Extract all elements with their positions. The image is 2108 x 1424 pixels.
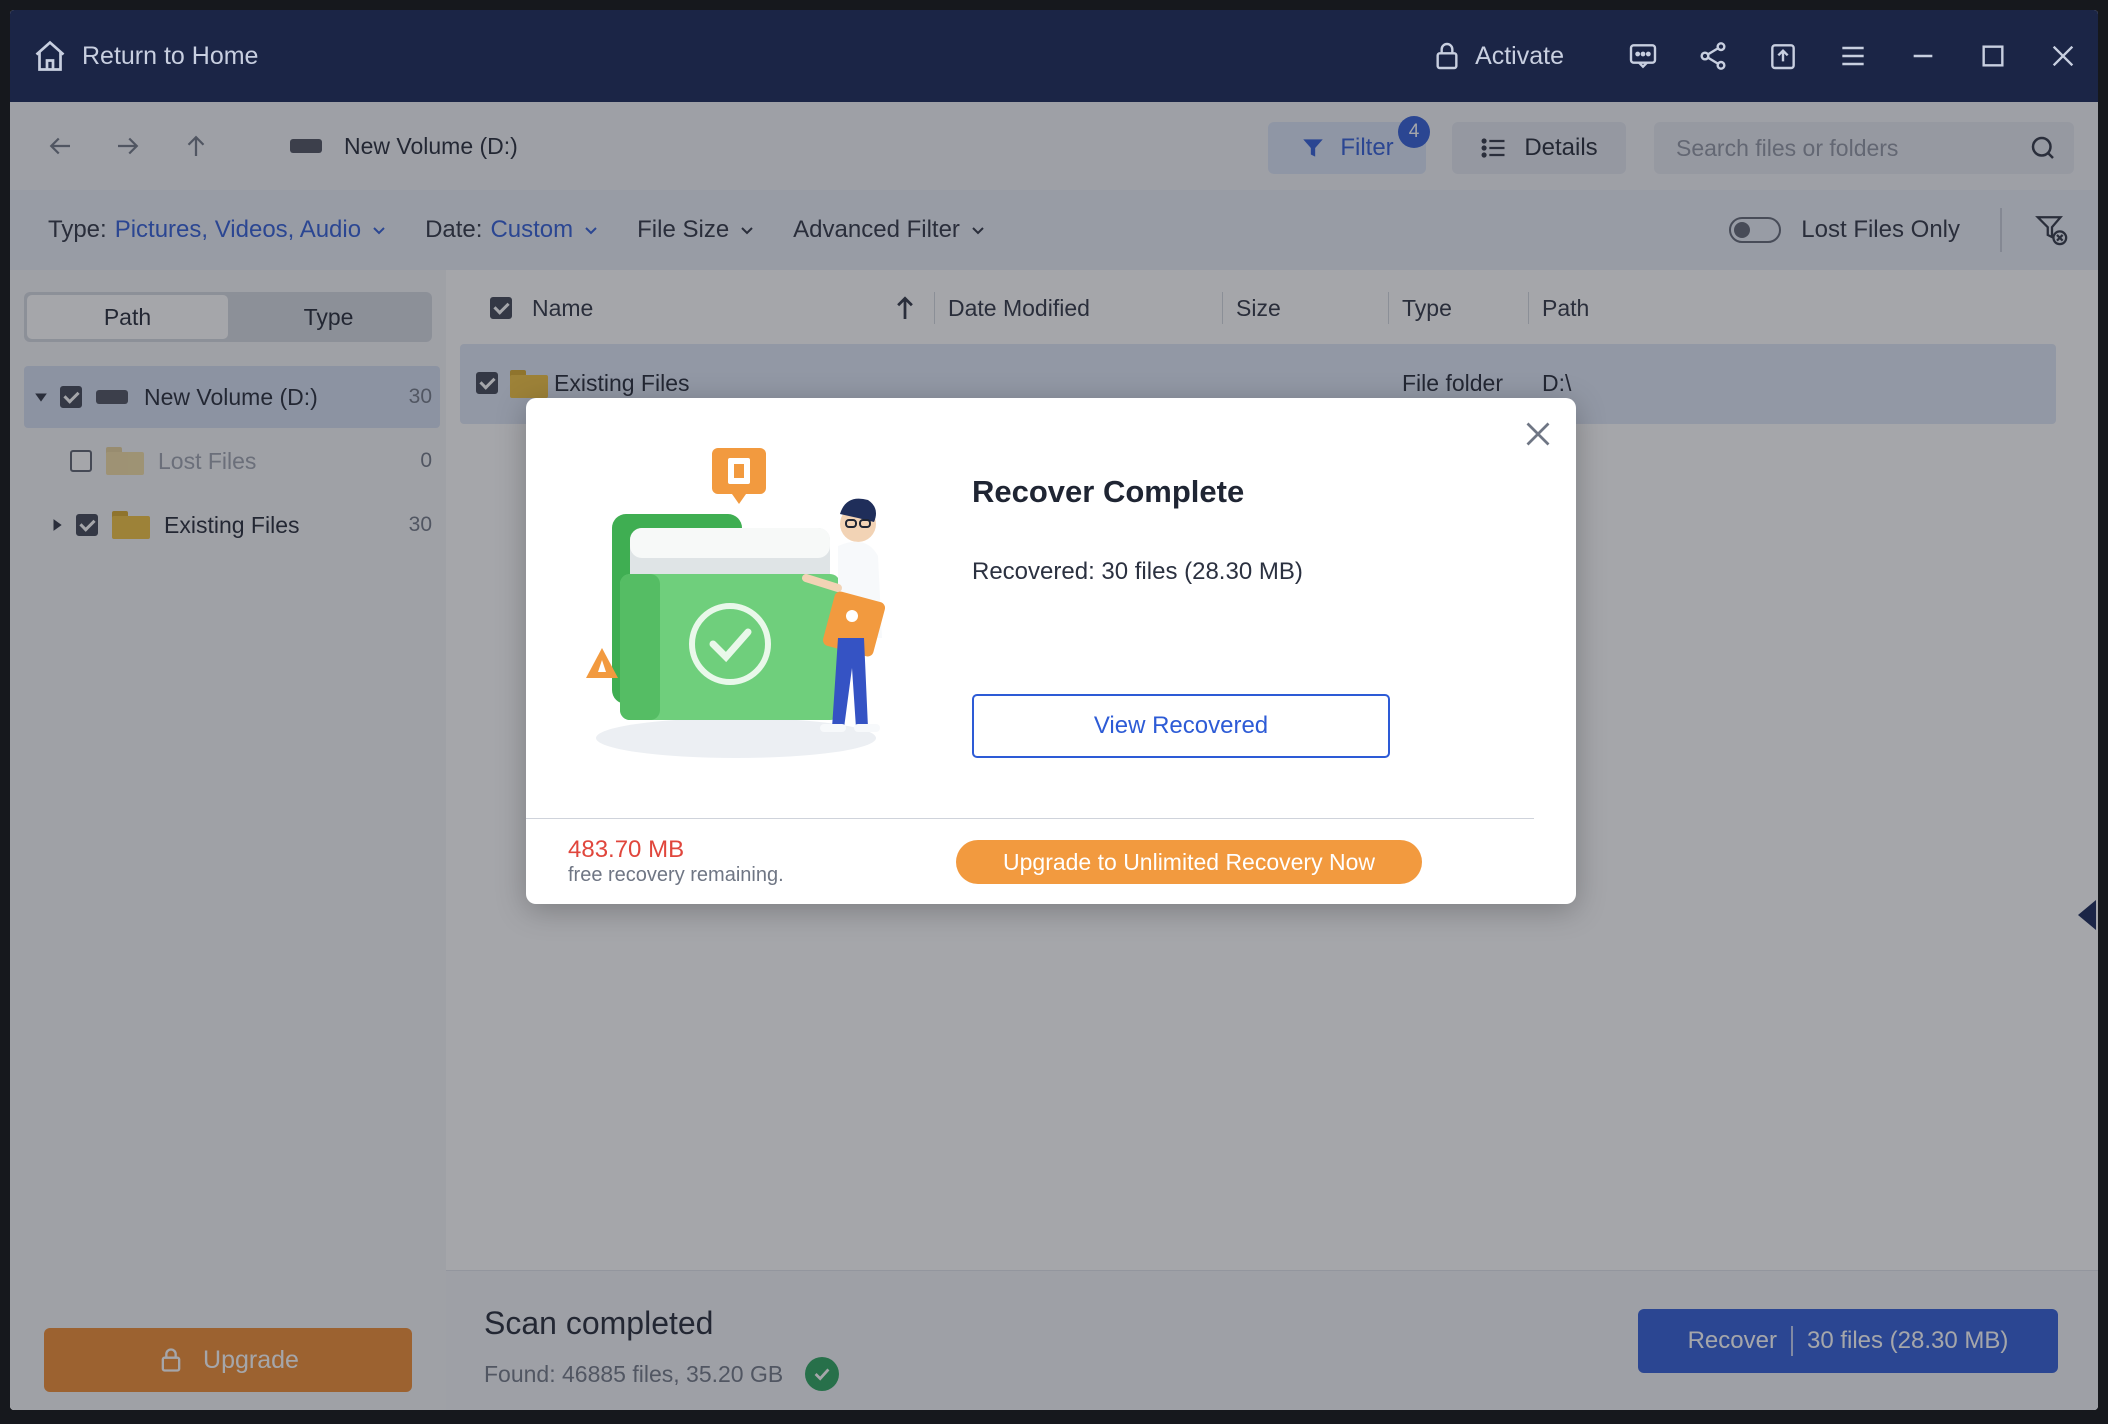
upgrade-unlimited-button[interactable]: Upgrade to Unlimited Recovery Now [956,840,1422,884]
dialog-title: Recover Complete [972,474,1245,509]
minimize-icon [1913,54,1933,58]
recovery-illustration [586,448,886,758]
share-icon [1700,42,1726,70]
feedback-button[interactable] [1608,10,1678,102]
share-button[interactable] [1678,10,1748,102]
close-icon [2052,45,2074,67]
maximize-icon [1982,45,2004,67]
activate-label: Activate [1475,41,1564,70]
divider [526,818,1534,819]
lock-icon [1436,42,1458,70]
close-icon[interactable] [1520,416,1556,452]
return-home-label: Return to Home [82,41,259,70]
menu-button[interactable] [1818,10,1888,102]
minimize-button[interactable] [1888,10,1958,102]
recovered-summary: Recovered: 30 files (28.30 MB) [972,558,1303,585]
remaining-quota-label: free recovery remaining. [568,864,784,886]
app-window: Return to Home Activate New Volume (D:) … [10,10,2098,1410]
chat-icon [1629,44,1657,69]
collapse-panel-icon[interactable] [2074,898,2098,932]
maximize-button[interactable] [1958,10,2028,102]
title-bar: Return to Home Activate [10,10,2098,102]
export-icon [1771,44,1795,70]
view-recovered-button[interactable]: View Recovered [972,694,1390,758]
export-button[interactable] [1748,10,1818,102]
recover-complete-dialog: Recover Complete Recovered: 30 files (28… [526,398,1576,904]
close-window-button[interactable] [2028,10,2098,102]
activate-button[interactable]: Activate [1431,40,1564,72]
home-icon [35,40,65,71]
remaining-quota: 483.70 MB [568,836,685,863]
menu-icon [1842,46,1864,66]
return-home-button[interactable]: Return to Home [32,38,258,74]
